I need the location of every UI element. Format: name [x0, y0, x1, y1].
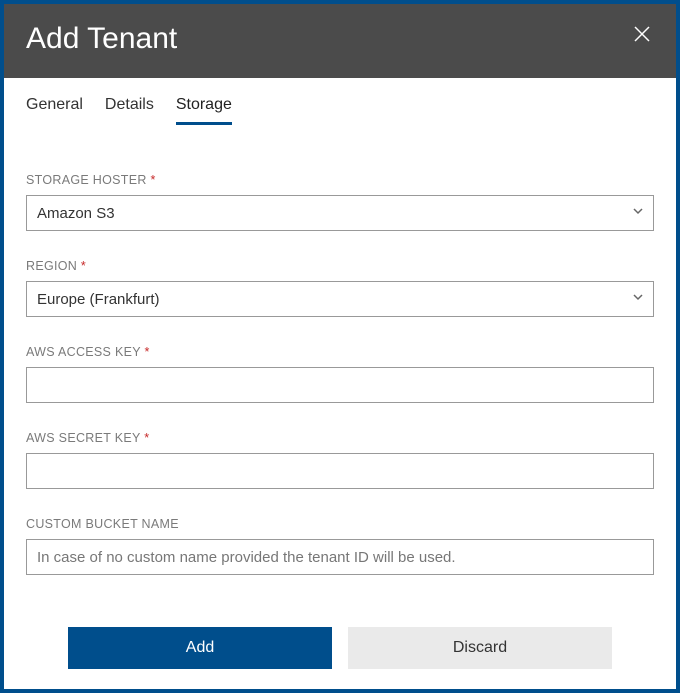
- storage-hoster-input[interactable]: [26, 195, 654, 231]
- region-input[interactable]: [26, 281, 654, 317]
- label-storage-hoster: STORAGE HOSTER *: [26, 173, 654, 187]
- add-button[interactable]: Add: [68, 627, 332, 669]
- tabs: General Details Storage: [26, 78, 654, 125]
- field-aws-access-key: AWS ACCESS KEY *: [26, 345, 654, 403]
- modal-header: Add Tenant: [4, 4, 676, 78]
- aws-access-key-input[interactable]: [26, 367, 654, 403]
- field-aws-secret-key: AWS SECRET KEY *: [26, 431, 654, 489]
- custom-bucket-name-input[interactable]: [26, 539, 654, 575]
- discard-button[interactable]: Discard: [348, 627, 612, 669]
- close-icon[interactable]: [630, 22, 654, 48]
- field-custom-bucket-name: CUSTOM BUCKET NAME: [26, 517, 654, 575]
- add-tenant-modal: Add Tenant General Details Storage STORA…: [0, 0, 680, 693]
- aws-secret-key-input[interactable]: [26, 453, 654, 489]
- tab-general[interactable]: General: [26, 96, 83, 125]
- label-aws-secret-key: AWS SECRET KEY *: [26, 431, 654, 445]
- tab-details[interactable]: Details: [105, 96, 154, 125]
- modal-title: Add Tenant: [26, 22, 177, 56]
- label-custom-bucket-name: CUSTOM BUCKET NAME: [26, 517, 654, 531]
- label-region: REGION *: [26, 259, 654, 273]
- select-storage-hoster[interactable]: [26, 195, 654, 231]
- field-region: REGION *: [26, 259, 654, 317]
- tab-storage[interactable]: Storage: [176, 96, 232, 125]
- field-storage-hoster: STORAGE HOSTER *: [26, 173, 654, 231]
- select-region[interactable]: [26, 281, 654, 317]
- button-row: Add Discard: [26, 627, 654, 669]
- label-aws-access-key: AWS ACCESS KEY *: [26, 345, 654, 359]
- modal-body: General Details Storage STORAGE HOSTER *…: [4, 78, 676, 689]
